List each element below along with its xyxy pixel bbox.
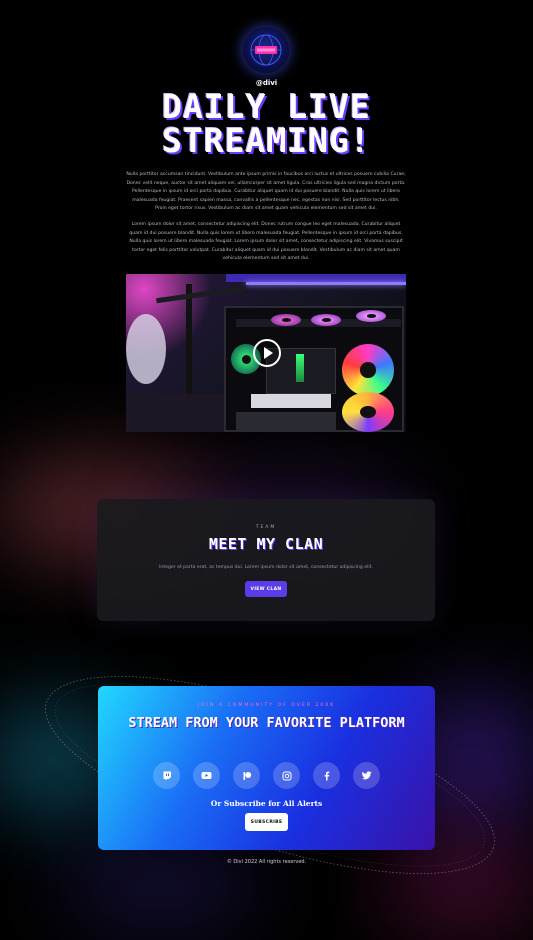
youtube-icon[interactable] (193, 762, 220, 789)
twitch-icon[interactable] (153, 762, 180, 789)
channel-handle: @divi (255, 79, 278, 87)
social-links (98, 762, 435, 789)
clan-card: TEAM MEET MY CLAN Integer et porta erat,… (97, 499, 435, 621)
clan-description: Integer et porta erat, ac tempus dui. Lo… (159, 565, 373, 570)
patreon-icon[interactable] (233, 762, 260, 789)
view-clan-button[interactable]: VIEW CLAN (245, 581, 287, 597)
title-line-2: STREAMING! (162, 121, 371, 160)
stream-cta-card: JOIN A COMMUNITY OF OVER 200K STREAM FRO… (98, 686, 435, 850)
footer-copyright: © Divi 2022 All rights reserved. (226, 859, 307, 865)
intro-paragraph-1: Nulla porttitor accumsan tincidunt. Vest… (126, 172, 406, 211)
facebook-icon[interactable] (313, 762, 340, 789)
subscribe-prompt: Or Subscribe for All Alerts (210, 799, 323, 808)
instagram-icon[interactable] (273, 762, 300, 789)
cta-title: STREAM FROM YOUR FAVORITE PLATFORM (128, 715, 405, 731)
clan-title: MEET MY CLAN (208, 535, 324, 553)
clan-eyebrow: TEAM (255, 525, 277, 530)
page-title: DAILY LIVE STREAMING! (0, 90, 533, 158)
play-icon[interactable] (253, 339, 281, 367)
subscribe-button[interactable]: SUBSCRIBE (245, 813, 288, 831)
twitter-icon[interactable] (353, 762, 380, 789)
logo (243, 27, 289, 73)
intro-paragraph-2: Lorem ipsum dolor sit amet, consectetur … (129, 222, 403, 261)
title-line-1: DAILY LIVE (162, 87, 371, 126)
cta-eyebrow: JOIN A COMMUNITY OF OVER 200K (197, 703, 336, 708)
globe-badge-icon (250, 34, 282, 66)
